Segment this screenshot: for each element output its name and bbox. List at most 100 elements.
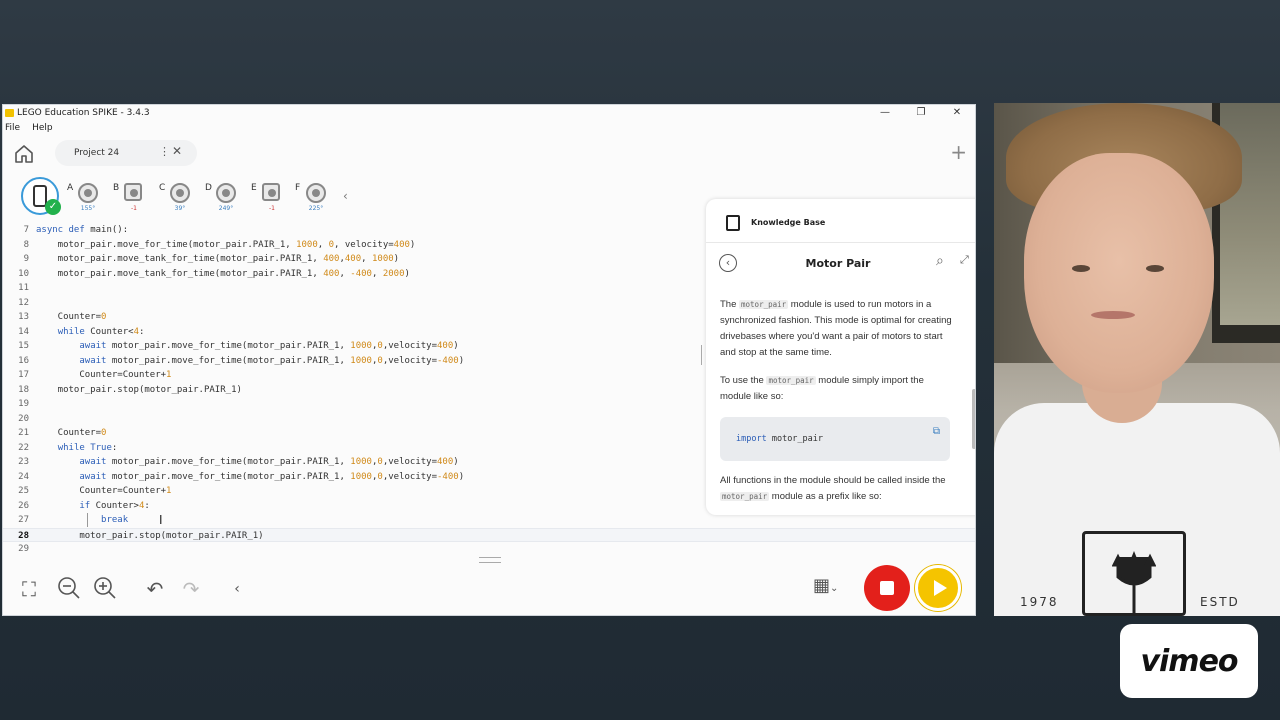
inline-code: motor_pair [739, 300, 789, 309]
article-paragraph: To use the motor_pair module simply impo… [720, 375, 924, 402]
line-number: 25 [18, 486, 29, 496]
eye [1072, 265, 1090, 272]
port-letter: A [67, 183, 74, 193]
scrollbar[interactable] [972, 389, 975, 449]
tab-project[interactable]: Project 24 ⋮ ✕ [55, 140, 197, 166]
menu-bar: File Help [5, 123, 53, 133]
knowledge-base-panel: Knowledge Base ‹ Motor Pair ⌕ ⤢ The moto… [706, 199, 975, 515]
text-cursor-icon: I [159, 513, 163, 527]
zoom-in-icon[interactable] [91, 575, 119, 603]
menu-help[interactable]: Help [32, 123, 53, 133]
lego-logo-icon [5, 109, 14, 117]
hub-connection-button[interactable]: ✓ [21, 177, 61, 215]
port-e[interactable]: E -1 [251, 183, 291, 215]
spike-app-window: LEGO Education SPIKE - 3.4.3 — ❐ ✕ File … [2, 104, 976, 616]
eye [1146, 265, 1164, 272]
article-body: The motor_pair module is used to run mot… [720, 297, 956, 515]
shirt-text-right: ESTD [1200, 595, 1240, 609]
motor-icon [216, 183, 236, 203]
shirt-text-left: 1978 [1020, 595, 1059, 609]
vimeo-label: vimeo [1140, 643, 1238, 679]
line-number: 13 [18, 312, 29, 322]
code-line[interactable]: 28 motor_pair.stop(motor_pair.PAIR_1) [3, 527, 975, 542]
stop-icon [880, 581, 894, 595]
line-number: 8 [23, 239, 29, 250]
close-window-button[interactable]: ✕ [939, 105, 975, 121]
copy-icon[interactable]: ⧉ [933, 417, 940, 447]
code-text: break [101, 515, 129, 525]
maximize-button[interactable]: ❐ [903, 105, 939, 121]
home-icon[interactable] [13, 143, 35, 165]
line-number: 11 [18, 283, 29, 293]
vimeo-logo[interactable]: vimeo [1120, 624, 1258, 698]
zoom-out-icon[interactable] [55, 575, 83, 603]
line-number: 15 [18, 341, 29, 351]
port-value: 39° [174, 205, 186, 212]
close-tab-icon[interactable]: ✕ [172, 144, 182, 158]
expand-icon[interactable]: ⤢ [960, 253, 969, 267]
run-button[interactable] [915, 565, 961, 611]
port-letter: F [295, 183, 301, 193]
line-number: 18 [18, 384, 29, 395]
menu-file[interactable]: File [5, 123, 20, 133]
search-icon[interactable]: ⌕ [936, 253, 944, 269]
port-letter: D [205, 183, 212, 193]
line-number: 14 [18, 326, 29, 337]
line-number: 21 [18, 428, 29, 438]
port-letter: B [113, 183, 120, 193]
port-status-bar: ✓ A 155° B -1 C 39° D 249° E -1 F 225° ‹ [21, 177, 361, 221]
project-tab-label: Project 24 [74, 148, 120, 158]
port-c[interactable]: C 39° [159, 183, 199, 215]
port-a[interactable]: A 155° [67, 183, 107, 215]
code-text: await motor_pair.move_for_time(motor_pai… [79, 471, 465, 482]
chevron-left-icon[interactable]: ‹ [223, 575, 251, 603]
motor-icon [306, 183, 326, 203]
line-number: 28 [18, 530, 29, 541]
port-letter: E [251, 183, 257, 193]
mouth [1091, 311, 1135, 319]
code-text: Counter=Counter+1 [36, 370, 172, 380]
motor-icon [78, 183, 98, 203]
port-d[interactable]: D 249° [205, 183, 245, 215]
code-text: motor_pair.stop(motor_pair.PAIR_1) [36, 530, 264, 541]
more-options-icon[interactable]: ⋮ [159, 145, 170, 158]
fullscreen-icon[interactable]: ⛶ [15, 575, 43, 603]
line-number: 10 [18, 268, 29, 279]
code-text: Counter=0 [36, 428, 107, 438]
motor-icon [170, 183, 190, 203]
code-line[interactable]: 27 break [3, 513, 975, 528]
redo-icon[interactable]: ↷ [177, 575, 205, 603]
line-number: 22 [18, 442, 29, 453]
code-text: await motor_pair.move_for_time(motor_pai… [79, 355, 465, 366]
code-text: while True: [57, 442, 118, 453]
port-b[interactable]: B -1 [113, 183, 153, 215]
line-number: 20 [18, 413, 29, 424]
line-number: 23 [18, 457, 29, 467]
code-text: motor_pair.move_tank_for_time(motor_pair… [36, 254, 400, 264]
indent-guide [87, 513, 88, 527]
chevron-left-icon[interactable]: ‹ [343, 189, 348, 203]
undo-icon[interactable]: ↶ [141, 575, 169, 603]
knowledge-base-nav: ‹ Motor Pair ⌕ ⤢ [706, 243, 975, 283]
title-bar: LEGO Education SPIKE - 3.4.3 [3, 105, 975, 121]
line-number: 26 [18, 500, 29, 511]
add-tab-button[interactable]: + [950, 140, 967, 164]
port-value: 155° [80, 205, 96, 212]
code-text: motor_pair.move_for_time(motor_pair.PAIR… [36, 239, 416, 250]
stop-button[interactable] [864, 565, 910, 611]
sensor-icon [124, 183, 142, 201]
trident-icon [1112, 551, 1156, 616]
code-text: if Counter>4: [79, 500, 150, 511]
port-f[interactable]: F 225° [295, 183, 335, 215]
port-value: -1 [269, 205, 275, 212]
sensor-grid-icon[interactable]: ▦⌄ [813, 575, 838, 596]
minimize-button[interactable]: — [867, 105, 903, 121]
code-text: motor_pair.move_tank_for_time(motor_pair… [36, 268, 410, 279]
line-number: 24 [18, 471, 29, 482]
webcam-feed: 1978 ESTD [994, 103, 1280, 616]
code-text: while Counter<4: [57, 326, 145, 337]
console-resize-handle[interactable] [479, 557, 501, 563]
article-paragraph: All functions in the module should be ca… [720, 475, 946, 502]
code-line[interactable]: 29 [3, 542, 975, 557]
line-number: 27 [18, 515, 29, 525]
